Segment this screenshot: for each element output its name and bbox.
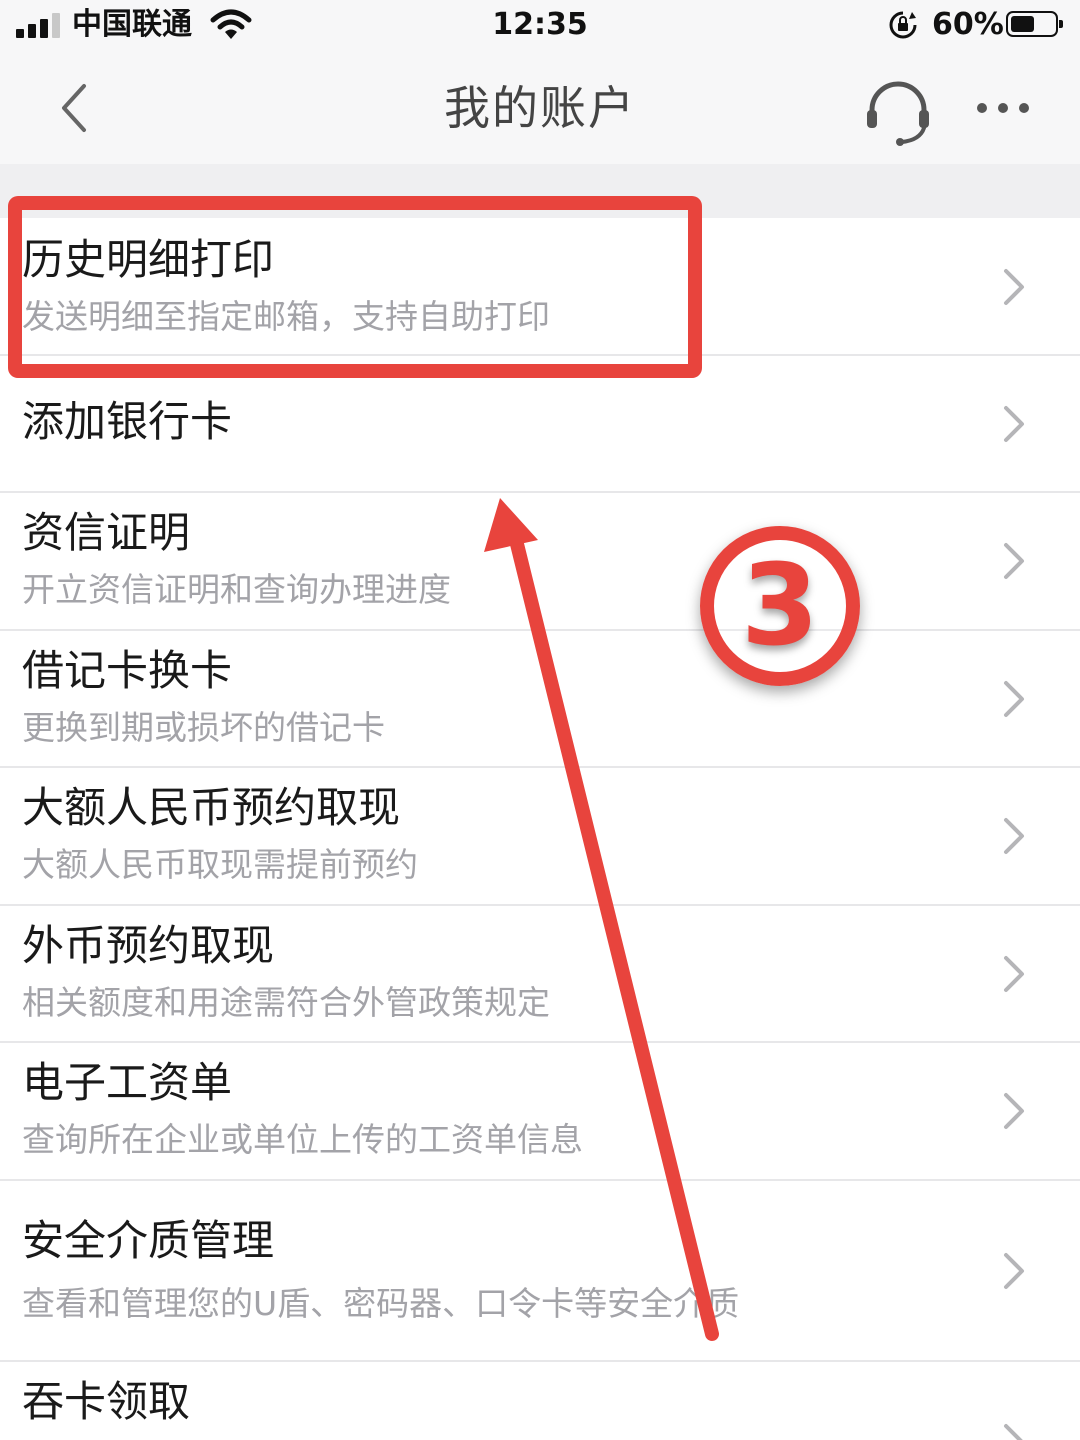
more-icon[interactable] <box>968 82 1038 134</box>
menu-item-add-bank-card[interactable]: 添加银行卡 <box>0 356 1080 493</box>
chevron-right-icon <box>1004 269 1024 305</box>
menu-item-title: 安全介质管理 <box>22 1216 275 1265</box>
chevron-right-icon <box>1004 681 1024 717</box>
account-page: 中国联通 12:35 60% 我的账户 历史明细打印 发送明细至指定邮箱，支持自… <box>0 0 1080 1440</box>
menu-item-subtitle: 发送明细至指定邮箱，支持自助打印 <box>22 297 550 336</box>
menu-item-title: 添加银行卡 <box>22 397 233 446</box>
menu-item-title: 资信证明 <box>22 508 191 557</box>
menu-item-subtitle: 查询所在企业或单位上传的工资单信息 <box>22 1120 583 1159</box>
menu-item-title: 借记卡换卡 <box>22 646 233 695</box>
menu-item-e-payslip[interactable]: 电子工资单 查询所在企业或单位上传的工资单信息 <box>0 1043 1080 1181</box>
menu-item-title: 历史明细打印 <box>22 235 275 284</box>
chevron-right-icon <box>1004 543 1024 579</box>
menu-item-subtitle: 更换到期或损坏的借记卡 <box>22 708 385 747</box>
menu-item-security-media[interactable]: 安全介质管理 查看和管理您的U盾、密码器、口令卡等安全介质 <box>0 1181 1080 1362</box>
menu-item-subtitle: 大额人民币取现需提前预约 <box>22 845 418 884</box>
menu-item-subtitle: 开立资信证明和查询办理进度 <box>22 570 451 609</box>
chevron-right-icon <box>1004 1093 1024 1129</box>
chevron-right-icon <box>1004 406 1024 442</box>
chevron-right-icon <box>1004 1424 1023 1440</box>
battery-icon <box>1006 11 1063 37</box>
menu-item-credit-certificate[interactable]: 资信证明 开立资信证明和查询办理进度 <box>0 493 1080 631</box>
battery-percent: 60% <box>932 7 1004 42</box>
chevron-right-icon <box>1004 818 1024 854</box>
menu-item-subtitle: 查看和管理您的U盾、密码器、口令卡等安全介质 <box>22 1284 740 1323</box>
menu-item-foreign-currency-withdrawal[interactable]: 外币预约取现 相关额度和用途需符合外管政策规定 <box>0 906 1080 1043</box>
menu-item-title: 电子工资单 <box>22 1058 233 1107</box>
menu-item-title: 吞卡领取 <box>22 1377 191 1426</box>
menu-item-subtitle: 相关额度和用途需符合外管政策规定 <box>22 983 550 1022</box>
customer-service-icon[interactable] <box>860 72 936 148</box>
section-divider <box>0 164 1080 218</box>
menu-item-title: 外币预约取现 <box>22 921 275 970</box>
chevron-right-icon <box>1004 956 1024 992</box>
menu-item-swallowed-card[interactable]: 吞卡领取 <box>0 1362 1080 1440</box>
rotation-lock-icon <box>889 11 917 39</box>
menu-item-large-rmb-withdrawal[interactable]: 大额人民币预约取现 大额人民币取现需提前预约 <box>0 768 1080 906</box>
status-bar: 中国联通 12:35 60% <box>0 0 1080 52</box>
menu-item-title: 大额人民币预约取现 <box>22 783 401 832</box>
menu-item-history-print[interactable]: 历史明细打印 发送明细至指定邮箱，支持自助打印 <box>0 218 1080 356</box>
clock: 12:35 <box>492 7 588 42</box>
chevron-right-icon <box>1004 1253 1024 1289</box>
menu-item-debit-card-replacement[interactable]: 借记卡换卡 更换到期或损坏的借记卡 <box>0 631 1080 768</box>
nav-bar: 我的账户 <box>0 52 1080 164</box>
